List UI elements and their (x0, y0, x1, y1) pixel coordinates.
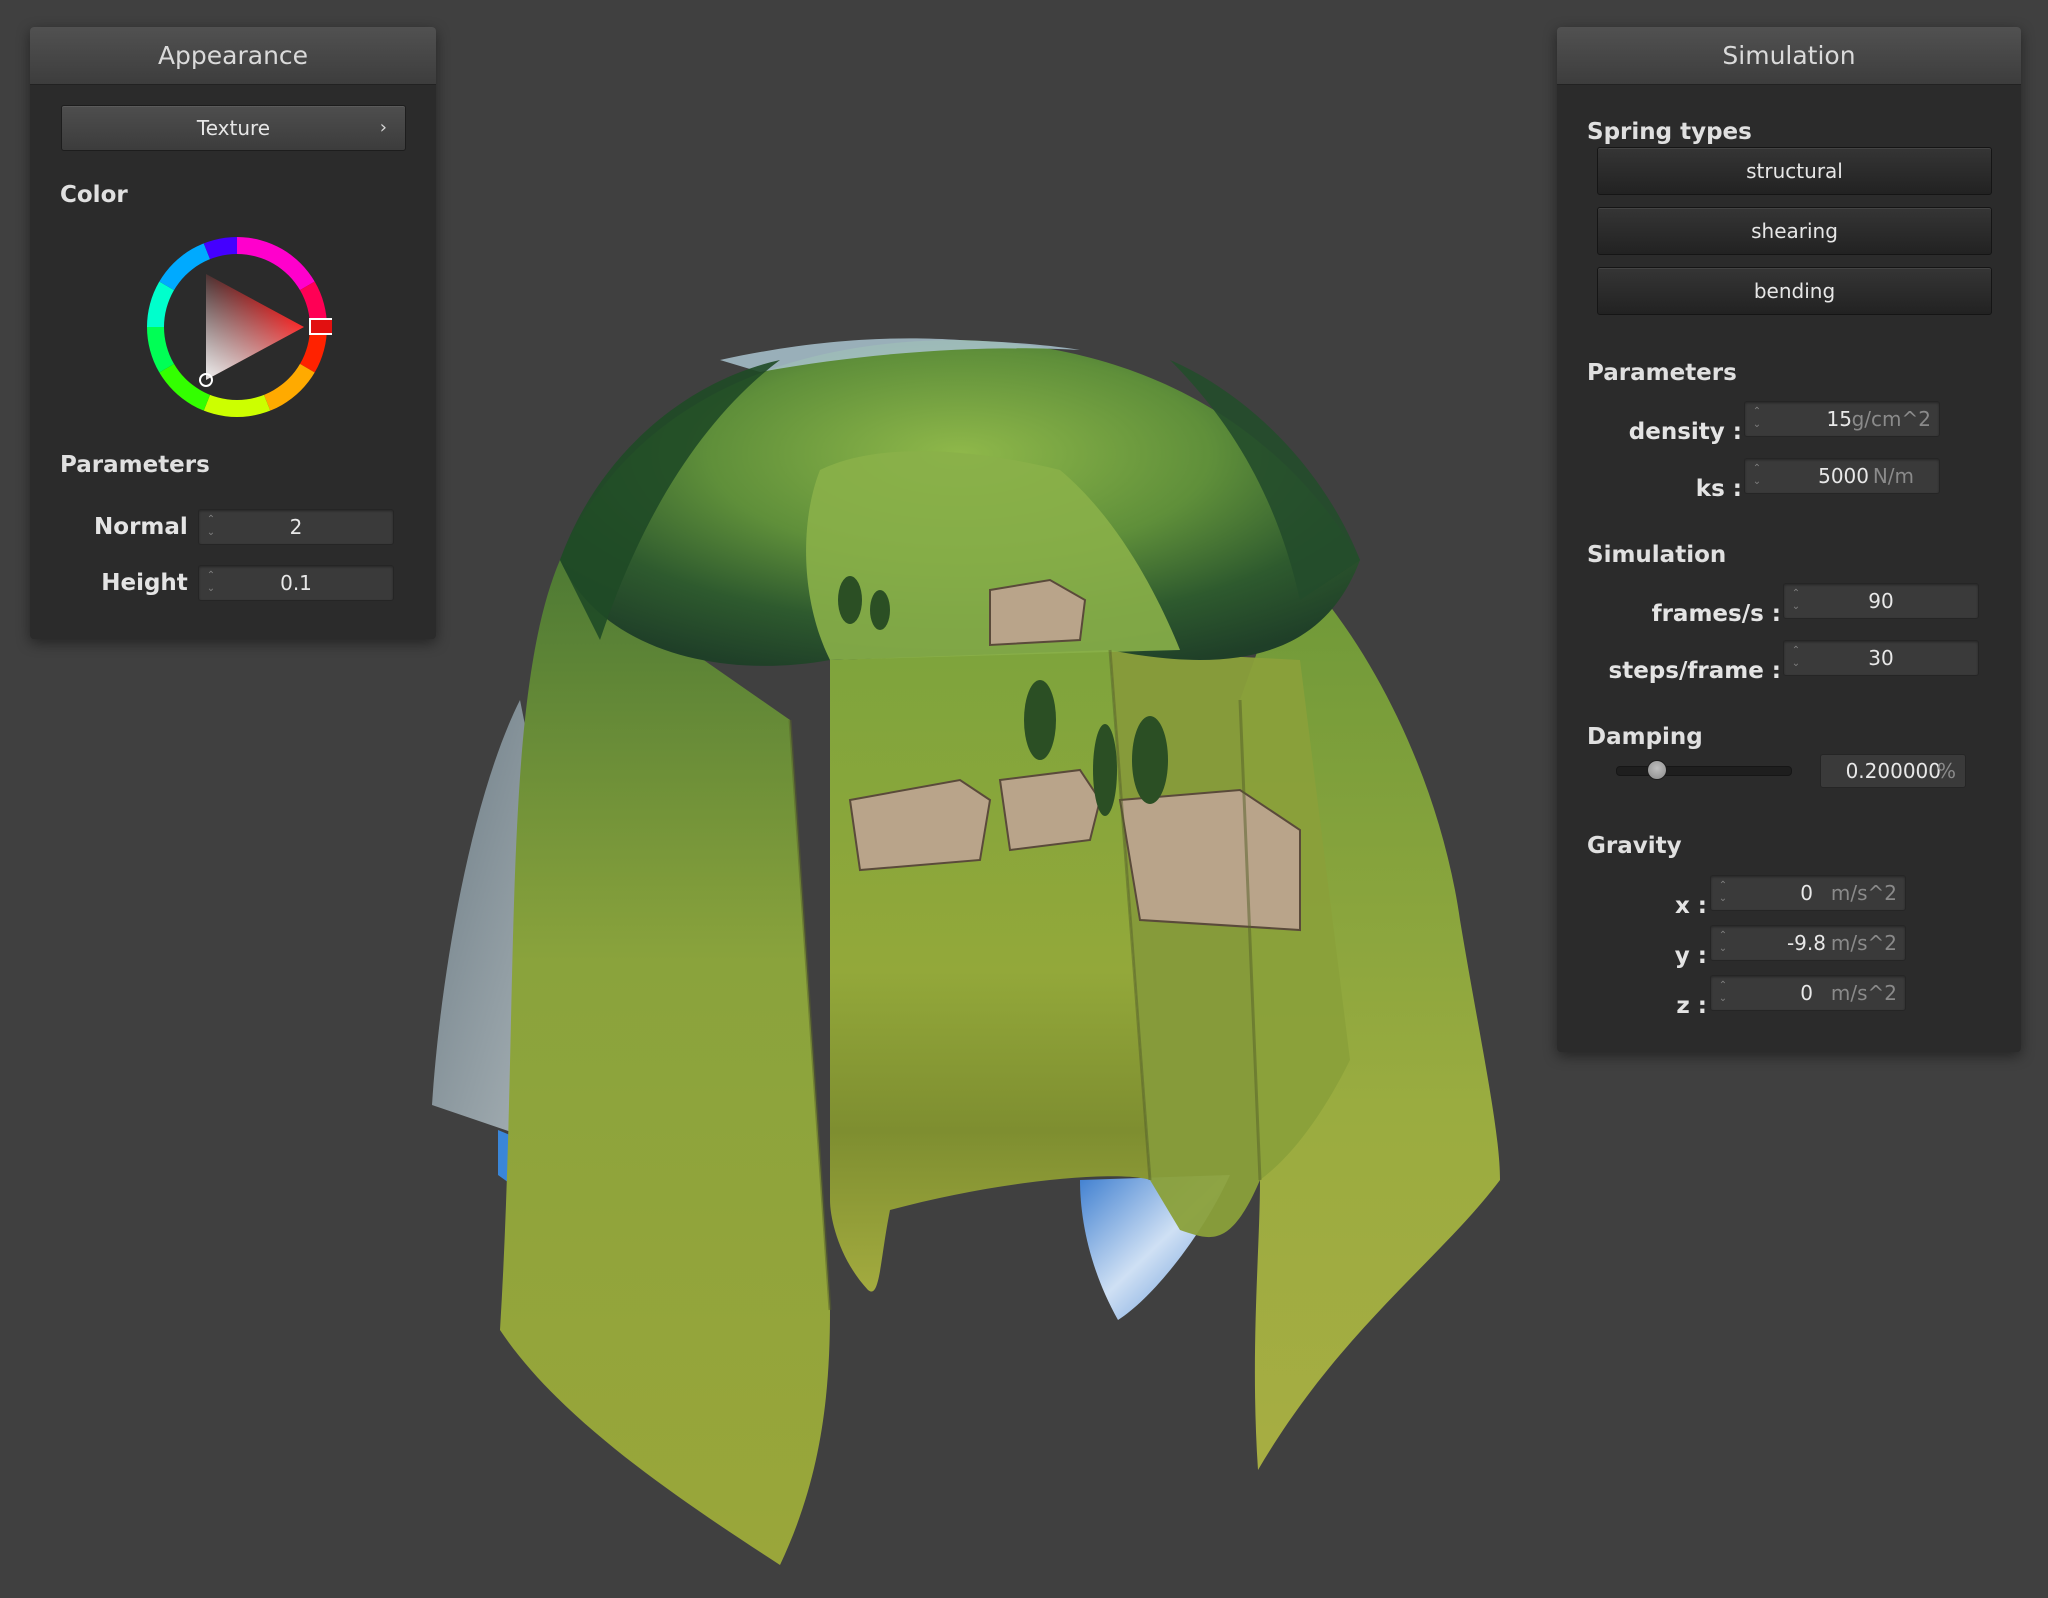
steps-label: steps/frame : (1608, 658, 1781, 684)
density-input[interactable]: ⌃ ⌄ 15 g/cm^2 (1744, 401, 1940, 437)
density-unit: g/cm^2 (1851, 407, 1931, 431)
spinner-arrows-icon[interactable]: ⌃ ⌄ (1717, 879, 1729, 907)
ks-input[interactable]: ⌃ ⌄ 5000 N/m (1744, 458, 1940, 494)
appearance-parameters-label: Parameters (60, 452, 210, 478)
bending-button[interactable]: bending (1597, 267, 1992, 315)
fps-input[interactable]: ⌃ ⌄ 90 (1783, 583, 1979, 619)
simulation-section-label: Simulation (1587, 542, 1727, 568)
cloth-left-panel (500, 560, 830, 1565)
damping-value-box[interactable]: 0.200000 % (1820, 754, 1966, 788)
appearance-title: Appearance (30, 27, 436, 85)
height-label: Height : (101, 570, 205, 596)
color-label: Color (60, 182, 128, 208)
gravity-x-unit: m/s^2 (1830, 881, 1897, 905)
gravity-y-label: y : (1674, 943, 1707, 969)
gravity-z-input[interactable]: ⌃ ⌄ 0 m/s^2 (1710, 975, 1906, 1011)
damping-value: 0.200000 (1845, 759, 1941, 783)
simulation-title: Simulation (1557, 27, 2021, 85)
gravity-y-input[interactable]: ⌃ ⌄ -9.8 m/s^2 (1710, 925, 1906, 961)
steps-input[interactable]: ⌃ ⌄ 30 (1783, 640, 1979, 676)
spinner-arrows-icon[interactable]: ⌃ ⌄ (1717, 929, 1729, 957)
texture-button-label: Texture (196, 116, 271, 140)
gravity-z-unit: m/s^2 (1830, 981, 1897, 1005)
gravity-x-label: x : (1674, 893, 1707, 919)
spring-types-label: Spring types (1587, 119, 1752, 145)
ks-unit: N/m (1872, 464, 1914, 488)
simulation-panel: Simulation Spring types structural shear… (1557, 27, 2021, 1052)
damping-slider[interactable] (1616, 766, 1792, 776)
gravity-label: Gravity (1587, 833, 1682, 859)
density-label: density : (1628, 419, 1742, 445)
spinner-arrows-icon[interactable]: ⌃ ⌄ (1717, 979, 1729, 1007)
texture-button[interactable]: Texture › (61, 105, 406, 151)
spinner-arrows-icon[interactable]: ⌃ ⌄ (1751, 462, 1763, 490)
ks-label: ks : (1695, 476, 1742, 502)
gravity-x-input[interactable]: ⌃ ⌄ 0 m/s^2 (1710, 875, 1906, 911)
hue-picker-handle[interactable] (309, 318, 332, 335)
gravity-y-unit: m/s^2 (1830, 931, 1897, 955)
damping-label: Damping (1587, 724, 1703, 750)
damping-slider-knob[interactable] (1647, 760, 1668, 780)
chevron-right-icon: › (379, 117, 387, 138)
height-input[interactable]: ⌃ ⌄ 0.1 (198, 565, 394, 601)
sim-parameters-label: Parameters (1587, 360, 1737, 386)
normal-label: Normal : (94, 514, 205, 540)
appearance-panel: Appearance Texture › Color Parameters No… (30, 27, 436, 639)
normal-input[interactable]: ⌃ ⌄ 2 (198, 509, 394, 545)
structural-button[interactable]: structural (1597, 147, 1992, 195)
gravity-z-label: z : (1676, 993, 1707, 1019)
color-wheel[interactable] (142, 232, 332, 422)
spinner-arrows-icon[interactable]: ⌃ ⌄ (1751, 405, 1763, 433)
fps-label: frames/s : (1651, 601, 1781, 627)
damping-unit: % (1936, 759, 1956, 783)
shearing-button[interactable]: shearing (1597, 207, 1992, 255)
